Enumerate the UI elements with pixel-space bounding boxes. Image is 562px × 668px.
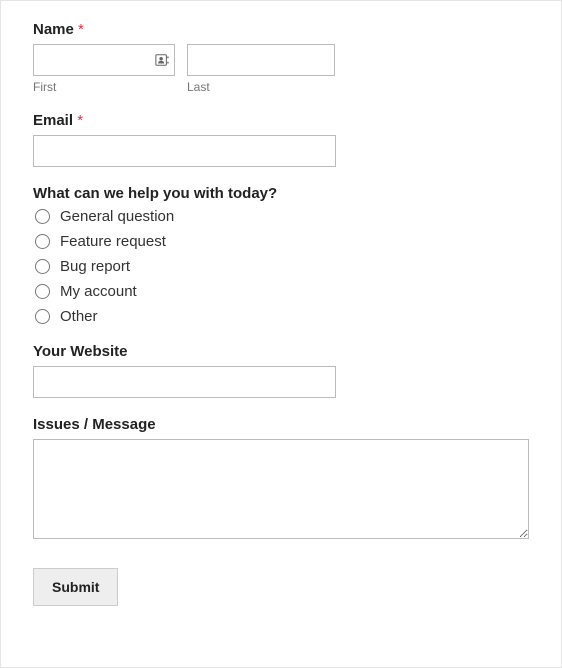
- first-name-column: First: [33, 44, 175, 94]
- radio-label-bug-report[interactable]: Bug report: [60, 258, 130, 275]
- email-field-group: Email *: [33, 112, 529, 167]
- required-mark: *: [77, 112, 83, 129]
- radio-item-feature-request: Feature request: [33, 233, 529, 250]
- help-topic-radio-group: General question Feature request Bug rep…: [33, 208, 529, 325]
- last-name-sublabel: Last: [187, 80, 335, 94]
- email-input[interactable]: [33, 135, 336, 167]
- help-topic-label: What can we help you with today?: [33, 185, 529, 202]
- first-name-sublabel: First: [33, 80, 175, 94]
- required-mark: *: [78, 21, 84, 38]
- last-name-column: Last: [187, 44, 335, 94]
- radio-item-bug-report: Bug report: [33, 258, 529, 275]
- radio-label-general-question[interactable]: General question: [60, 208, 174, 225]
- radio-item-other: Other: [33, 308, 529, 325]
- first-name-input[interactable]: [33, 44, 175, 76]
- message-label: Issues / Message: [33, 416, 529, 433]
- radio-other[interactable]: [35, 309, 50, 324]
- last-name-input[interactable]: [187, 44, 335, 76]
- radio-label-feature-request[interactable]: Feature request: [60, 233, 166, 250]
- contact-form: Name * First Last: [0, 0, 562, 668]
- radio-label-my-account[interactable]: My account: [60, 283, 137, 300]
- name-label-text: Name: [33, 21, 74, 38]
- website-input[interactable]: [33, 366, 336, 398]
- website-field-group: Your Website: [33, 343, 529, 398]
- name-field-group: Name * First Last: [33, 21, 529, 94]
- first-name-wrapper: [33, 44, 175, 76]
- radio-my-account[interactable]: [35, 284, 50, 299]
- radio-item-my-account: My account: [33, 283, 529, 300]
- email-label-text: Email: [33, 112, 73, 129]
- message-textarea[interactable]: [33, 439, 529, 539]
- radio-label-other[interactable]: Other: [60, 308, 98, 325]
- message-field-group: Issues / Message: [33, 416, 529, 544]
- name-label: Name *: [33, 21, 529, 38]
- submit-button[interactable]: Submit: [33, 568, 118, 606]
- name-row: First Last: [33, 44, 529, 94]
- help-topic-field-group: What can we help you with today? General…: [33, 185, 529, 325]
- email-label: Email *: [33, 112, 529, 129]
- radio-general-question[interactable]: [35, 209, 50, 224]
- radio-item-general-question: General question: [33, 208, 529, 225]
- radio-bug-report[interactable]: [35, 259, 50, 274]
- radio-feature-request[interactable]: [35, 234, 50, 249]
- website-label: Your Website: [33, 343, 529, 360]
